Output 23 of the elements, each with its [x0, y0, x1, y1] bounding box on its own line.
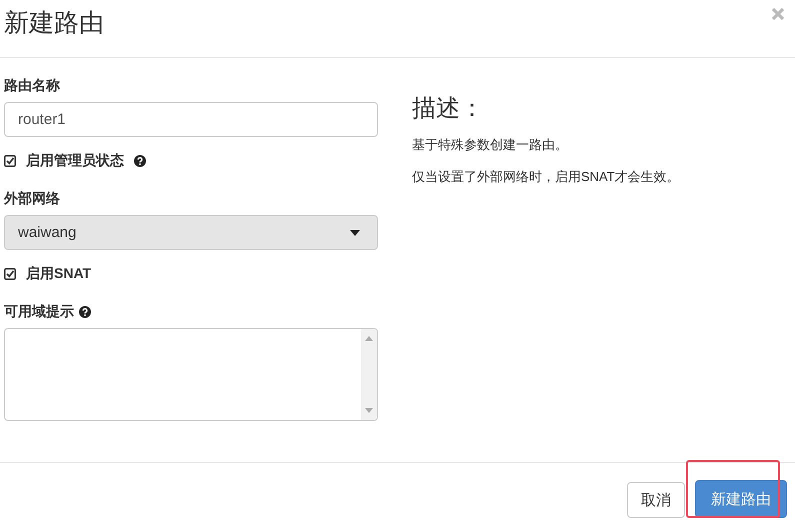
help-icon[interactable]	[79, 306, 91, 318]
description-text: 仅当设置了外部网络时，启用SNAT才会生效。	[412, 168, 680, 186]
field-label: 可用域提示	[4, 303, 74, 321]
input-field[interactable]: router1	[4, 102, 378, 137]
scroll-down-icon[interactable]	[365, 408, 373, 413]
description-text: 基于特殊参数创建一路由。	[412, 136, 569, 154]
scrollbar[interactable]	[361, 329, 377, 420]
field-label: 外部网络	[4, 190, 60, 208]
select-field[interactable]: waiwang	[4, 215, 378, 250]
help-icon[interactable]	[134, 155, 146, 167]
dialog-title: 新建路由	[3, 8, 104, 39]
checkbox-label: 启用管理员状态	[26, 152, 124, 170]
checkbox[interactable]	[4, 155, 16, 167]
checkbox[interactable]	[4, 268, 16, 280]
field-label: 路由名称	[4, 77, 60, 95]
create-router-button[interactable]: 新建路由	[695, 480, 787, 518]
description-heading: 描述：	[412, 94, 485, 124]
close-icon[interactable]	[771, 7, 785, 21]
textarea-field[interactable]	[4, 328, 378, 421]
checkbox-label: 启用SNAT	[26, 265, 92, 283]
scroll-up-icon[interactable]	[365, 336, 373, 341]
caret-icon	[350, 230, 360, 236]
cancel-button[interactable]: 取消	[627, 482, 685, 518]
